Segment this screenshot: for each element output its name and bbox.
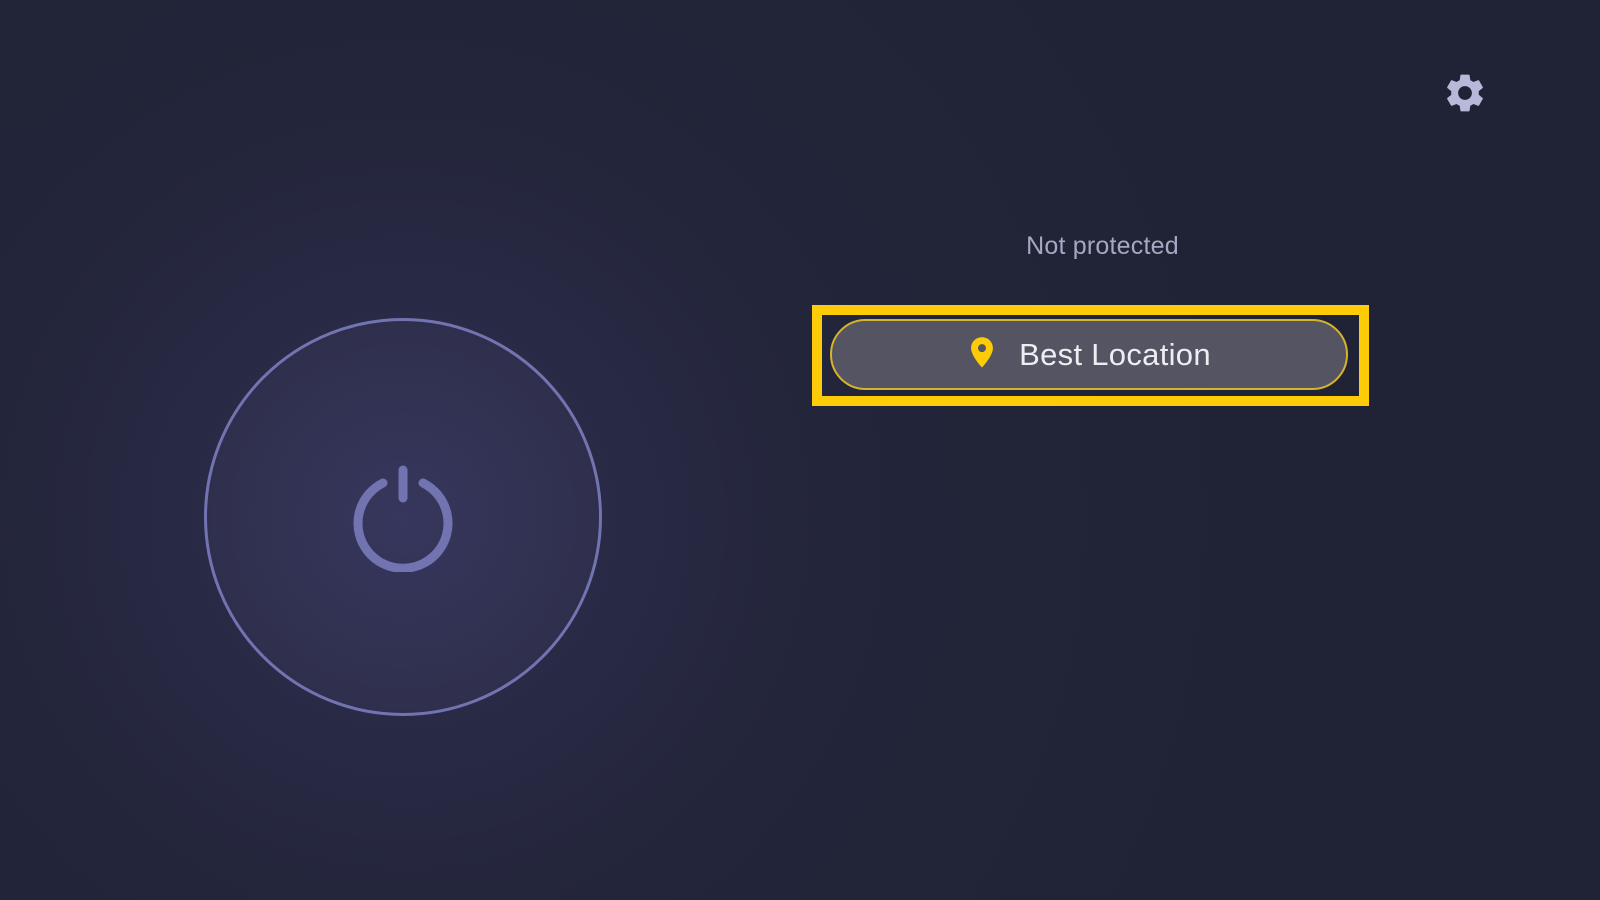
- location-label: Best Location: [1019, 336, 1211, 372]
- location-selector-button[interactable]: Best Location: [830, 319, 1348, 390]
- connection-status-text: Not protected: [1026, 232, 1179, 260]
- vpn-home-screen: Not protected Best Location: [0, 0, 1600, 900]
- gear-icon: [1447, 74, 1483, 112]
- location-pin-icon: [971, 336, 994, 368]
- power-connect-button[interactable]: [204, 318, 602, 716]
- power-icon: [353, 465, 453, 572]
- settings-button[interactable]: [1440, 68, 1490, 118]
